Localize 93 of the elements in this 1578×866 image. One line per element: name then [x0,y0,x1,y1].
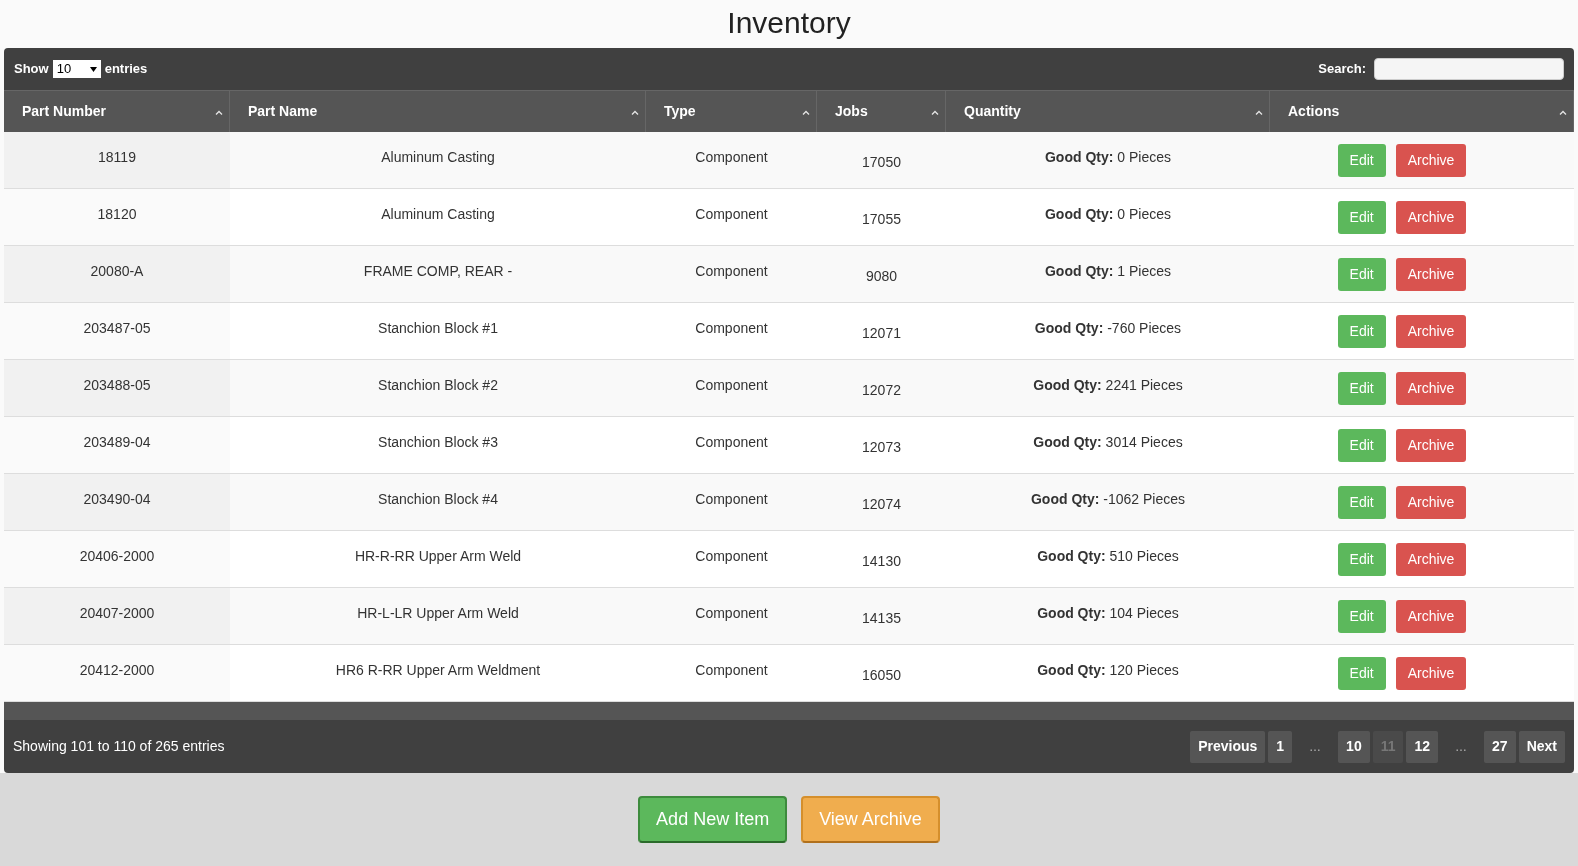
page-title: Inventory [727,5,851,41]
sort-icon [802,110,810,115]
page-button[interactable]: 1 [1268,730,1293,763]
archive-button[interactable]: Archive [1395,485,1467,519]
table-cell-text: 14130 [862,552,901,571]
edit-button[interactable]: Edit [1337,143,1386,177]
edit-button[interactable]: Edit [1337,542,1386,576]
quantity-cell-text: Good Qty: 3014 Pieces [1033,433,1183,452]
table-cell-text: 20412-2000 [79,661,155,680]
archive-button[interactable]: Archive [1395,143,1467,177]
table-cell-text: Stanchion Block #3 [378,433,498,452]
table-cell-text: HR-R-RR Upper Arm Weld [354,547,522,566]
quantity-cell-text: Good Qty: 0 Pieces [1045,205,1171,224]
search-label: Search: [1318,60,1366,79]
entries-label: entries [104,60,148,79]
page-button[interactable]: Next [1518,730,1565,763]
table-cell-text: 203487-05 [83,319,151,338]
table-cell-text: Stanchion Block #2 [378,376,498,395]
show-label: Show [14,60,49,79]
edit-button[interactable]: Edit [1337,314,1386,348]
table-cell-text: HR-L-LR Upper Arm Weld [357,604,519,623]
table-cell-text: 203488-05 [83,376,151,395]
quantity-cell-text: Good Qty: -1062 Pieces [1030,490,1185,509]
page-button[interactable]: 27 [1484,730,1516,763]
archive-button[interactable]: Archive [1395,599,1467,633]
table-cell-text: Component [695,319,768,338]
sort-icon [1255,110,1263,115]
archive-button[interactable]: Archive [1395,542,1467,576]
table-cell-text: 16050 [862,666,901,685]
table-cell-text: FRAME COMP, REAR - [363,262,513,281]
sort-icon [215,110,223,115]
table-cell-text: 12072 [862,381,901,400]
table-cell-text: 20080-A [90,262,144,281]
table-cell-text: 17055 [862,210,901,229]
table-cell-text: Component [695,547,768,566]
table-cell-text: Component [695,262,768,281]
search-field[interactable] [1374,58,1564,80]
edit-button[interactable]: Edit [1337,257,1386,291]
table-cell-text: 12073 [862,438,901,457]
table-cell-text: Aluminum Casting [381,205,495,224]
sort-icon [1559,110,1567,115]
page-button[interactable]: Previous [1190,730,1266,763]
quantity-cell-text: Good Qty: -760 Pieces [1034,319,1182,338]
table-cell-text: 20406-2000 [79,547,155,566]
quantity-cell-text: Good Qty: 2241 Pieces [1033,376,1183,395]
table-cell-text: 18119 [98,148,136,167]
table-cell-text: 203490-04 [83,490,151,509]
sort-icon [931,110,939,115]
table-cell-text: Component [695,148,768,167]
quantity-cell-text: Good Qty: 104 Pieces [1037,604,1179,623]
table-cell-text: Stanchion Block #4 [378,490,498,509]
page-button[interactable]: 12 [1406,730,1439,763]
add-item-button[interactable]: Add New Item [638,796,788,843]
page-button[interactable]: 10 [1338,730,1370,763]
edit-button[interactable]: Edit [1337,485,1386,519]
entries-select[interactable]: 10 [52,60,101,78]
archive-button[interactable]: Archive [1395,257,1467,291]
table-cell-text: Component [695,490,768,509]
archive-button[interactable]: Archive [1395,200,1467,234]
table-cell-text: Stanchion Block #1 [378,319,498,338]
table-cell-text: Aluminum Casting [381,148,495,167]
sort-icon [631,110,639,115]
edit-button[interactable]: Edit [1337,656,1386,690]
table-cell-text: 18120 [97,205,137,224]
archive-button[interactable]: Archive [1395,371,1467,405]
table-cell-text: Component [695,376,768,395]
table-cell-text: HR6 R-RR Upper Arm Weldment [335,661,541,680]
edit-button[interactable]: Edit [1337,599,1386,633]
quantity-cell-text: Good Qty: 510 Pieces [1037,547,1179,566]
quantity-cell-text: Good Qty: 1 Pieces [1045,262,1171,281]
ellipsis: … [1454,738,1469,756]
table-cell-text: 203489-04 [83,433,151,452]
edit-button[interactable]: Edit [1337,371,1386,405]
quantity-cell-text: Good Qty: 120 Pieces [1037,661,1179,680]
table-cell-text: 9080 [865,267,898,286]
caret-icon [89,66,97,72]
archive-button[interactable]: Archive [1395,428,1467,462]
table-cell-text: 12071 [862,324,901,343]
table-cell-text: Component [695,205,768,224]
archive-button[interactable]: Archive [1395,656,1467,690]
table-cell-text: Component [695,604,768,623]
table-cell-text: 12074 [862,495,901,514]
table-cell-text: 20407-2000 [79,604,155,623]
archive-button[interactable]: Archive [1395,314,1467,348]
table-cell-text: Component [695,661,768,680]
quantity-cell-text: Good Qty: 0 Pieces [1045,148,1171,167]
ellipsis: … [1308,738,1323,756]
table-cell-text: Component [695,433,768,452]
table-cell-text: 14135 [862,609,901,628]
edit-button[interactable]: Edit [1337,428,1386,462]
edit-button[interactable]: Edit [1337,200,1386,234]
entries-info: Showing 101 to 110 of 265 entries [13,737,225,756]
table-cell-text: 17050 [862,153,901,172]
